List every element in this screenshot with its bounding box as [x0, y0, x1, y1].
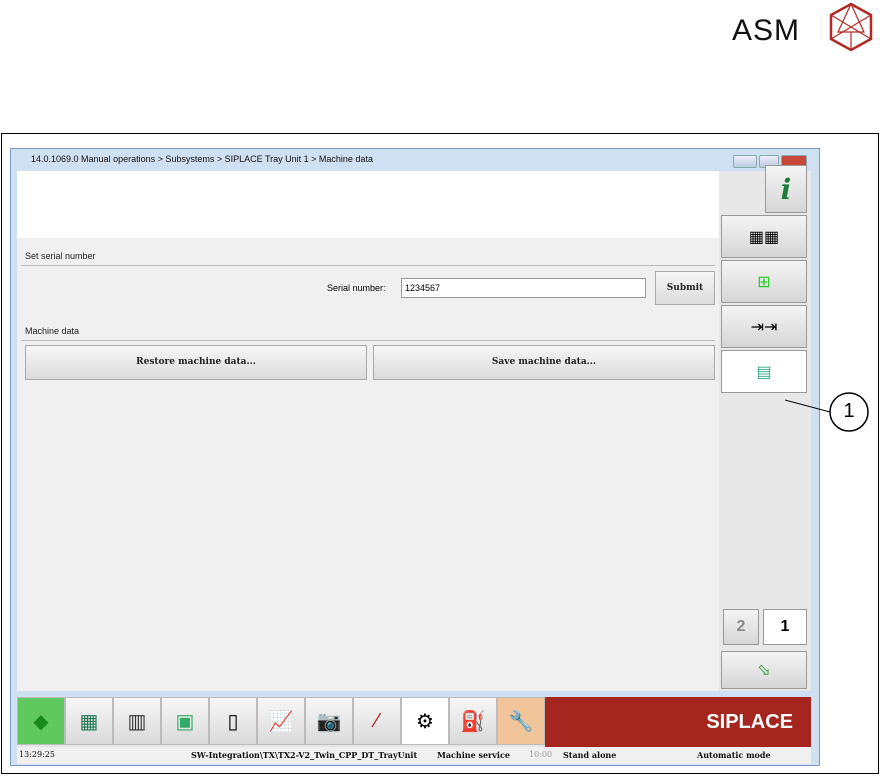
status-time: 13:29:25 [19, 750, 55, 759]
restore-machine-data-button[interactable]: Restore machine data... [25, 345, 367, 380]
position-icon: ⊞ [757, 273, 771, 291]
status-bar: 13:29:25 SW-Integration\TX\TX2-V2_Twin_C… [17, 747, 811, 764]
statistics-button[interactable]: ▥ [113, 697, 161, 745]
oil-can-icon: ⛽ [460, 710, 486, 733]
overview-button[interactable]: ◆ [17, 697, 65, 745]
feeder-icon: ▯ [227, 710, 239, 733]
arrow-icon: ⬂ [757, 662, 771, 679]
exit-button[interactable]: ⬂ [721, 651, 807, 689]
machine-section-title: Machine data [25, 326, 80, 336]
title-bar: 14.0.1069.0 Manual operations > Subsyste… [11, 149, 819, 171]
serial-section-title: Set serial number [25, 251, 96, 261]
bars-icon: ▥ [127, 710, 147, 733]
status-path: SW-Integration\TX\TX2-V2_Twin_CPP_DT_Tra… [191, 750, 418, 760]
maintenance-button[interactable]: ⛽ [449, 697, 497, 745]
camera-button[interactable]: 📷 [305, 697, 353, 745]
status-automatic-mode: Automatic mode [697, 750, 771, 760]
transport-icon: ⇥⇥ [750, 318, 778, 336]
chart-icon: 📈 [268, 710, 294, 733]
tray-icon: ▦▦ [748, 228, 780, 246]
tools-button[interactable]: ⁄ [353, 697, 401, 745]
board-icon: ▣ [175, 710, 195, 733]
siplace-brand: SIPLACE [545, 697, 811, 747]
page-1-button[interactable]: 1 [763, 609, 807, 645]
camera-icon: 📷 [316, 710, 342, 733]
tray-units-button[interactable]: ▦▦ [721, 215, 807, 258]
info-button[interactable]: i [765, 165, 807, 213]
wrench-button[interactable]: 🔧 [497, 697, 545, 745]
divider [21, 340, 715, 341]
window-title: 14.0.1069.0 Manual operations > Subsyste… [31, 154, 373, 164]
callout [785, 392, 869, 432]
machine-data-button[interactable]: ▤ [721, 350, 807, 393]
wrench-icon: 🔧 [508, 710, 534, 733]
asm-logo-icon [829, 2, 873, 52]
gear-icon: ⚙ [416, 710, 434, 733]
app-window: 14.0.1069.0 Manual operations > Subsyste… [10, 148, 820, 766]
machine-data-icon: ▤ [756, 363, 772, 381]
page-2-button[interactable]: 2 [723, 609, 759, 645]
header-area [17, 171, 811, 238]
position-button[interactable]: ⊞ [721, 260, 807, 303]
callout-number: 1 [843, 400, 855, 422]
tools-icon: ⁄ [375, 709, 379, 732]
components-button[interactable]: ▦ [65, 697, 113, 745]
divider [21, 265, 715, 266]
service-button[interactable]: ⚙ [401, 697, 449, 745]
status-user: Machine service [437, 750, 510, 760]
status-clock: 10:00 [529, 750, 553, 759]
submit-button[interactable]: Submit [655, 271, 715, 305]
main-panel: Set serial number Serial number: Submit … [17, 238, 719, 691]
feeder-button[interactable]: ▯ [209, 697, 257, 745]
serial-number-input[interactable] [401, 278, 646, 298]
asm-logo-text: ASM [732, 14, 801, 47]
board-button[interactable]: ▣ [161, 697, 209, 745]
transport-button[interactable]: ⇥⇥ [721, 305, 807, 348]
grid-icon: ▦ [79, 710, 99, 733]
chart-button[interactable]: 📈 [257, 697, 305, 745]
serial-label: Serial number: [327, 283, 386, 293]
save-machine-data-button[interactable]: Save machine data... [373, 345, 715, 380]
status-standalone: Stand alone [563, 750, 617, 760]
cube-icon: ◆ [33, 710, 49, 733]
bottom-toolbar: ◆ ▦ ▥ ▣ ▯ 📈 📷 ⁄ ⚙ ⛽ 🔧 SIPLACE [17, 697, 811, 747]
minimize-button[interactable] [733, 155, 757, 168]
